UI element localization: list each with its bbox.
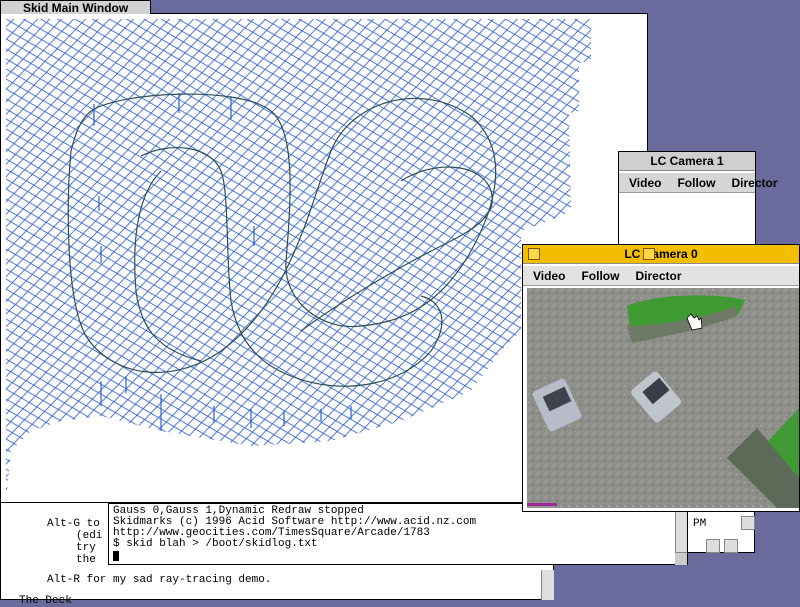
camera1-menu-video[interactable]: Video xyxy=(629,173,661,192)
camera0-close-button[interactable] xyxy=(528,248,540,260)
bg-terminal-line: (edi xyxy=(76,530,103,542)
terminal-cursor xyxy=(113,551,119,561)
camera0-titlebar[interactable]: LC Camera 0 xyxy=(523,245,799,264)
camera0-viewport[interactable] xyxy=(527,288,799,508)
bg-terminal-scrollbar[interactable] xyxy=(541,570,554,600)
camera1-menu-follow[interactable]: Follow xyxy=(677,173,715,192)
camera0-window: LC Camera 0 Video Follow Director xyxy=(522,244,800,512)
main-window-title-tab[interactable]: Skid Main Window xyxy=(0,0,152,15)
camera0-menu-video[interactable]: Video xyxy=(533,266,565,285)
bg-panel-label: PM xyxy=(693,518,707,530)
camera1-menubar: Video Follow Director xyxy=(619,173,777,193)
viewport-status-stripe xyxy=(527,503,557,506)
camera1-menu-director[interactable]: Director xyxy=(731,173,777,192)
camera0-zoom-button[interactable] xyxy=(643,248,655,260)
camera1-title: LC Camera 1 xyxy=(650,154,724,168)
terminal-output[interactable]: Gauss 0,Gauss 1,Dynamic Redraw stopped S… xyxy=(113,506,673,561)
terminal-window: Gauss 0,Gauss 1,Dynamic Redraw stopped S… xyxy=(108,503,688,565)
terminal-line: $ skid blah > /boot/skidlog.txt xyxy=(113,538,318,550)
bg-panel-resize[interactable] xyxy=(741,516,755,530)
bg-terminal-line: Alt-R for my sad ray-tracing demo. xyxy=(47,574,272,586)
bg-terminal-line: the xyxy=(76,554,96,566)
background-panel-window: PM xyxy=(680,505,755,553)
bg-terminal-line: Alt-G to xyxy=(47,518,100,530)
bg-panel-scroll-right[interactable] xyxy=(724,539,738,553)
bg-panel-scroll-left[interactable] xyxy=(706,539,720,553)
terminal-resize-handle[interactable] xyxy=(675,552,687,565)
bg-terminal-line: The Deck xyxy=(19,595,72,607)
camera0-menu-director[interactable]: Director xyxy=(635,266,681,285)
camera0-menu-follow[interactable]: Follow xyxy=(581,266,619,285)
camera1-titlebar[interactable]: LC Camera 1 xyxy=(619,152,755,171)
camera0-menubar: Video Follow Director xyxy=(523,266,799,286)
bg-terminal-line: try xyxy=(76,542,96,554)
camera0-title: LC Camera 0 xyxy=(624,247,698,261)
main-window-title: Skid Main Window xyxy=(23,1,129,15)
